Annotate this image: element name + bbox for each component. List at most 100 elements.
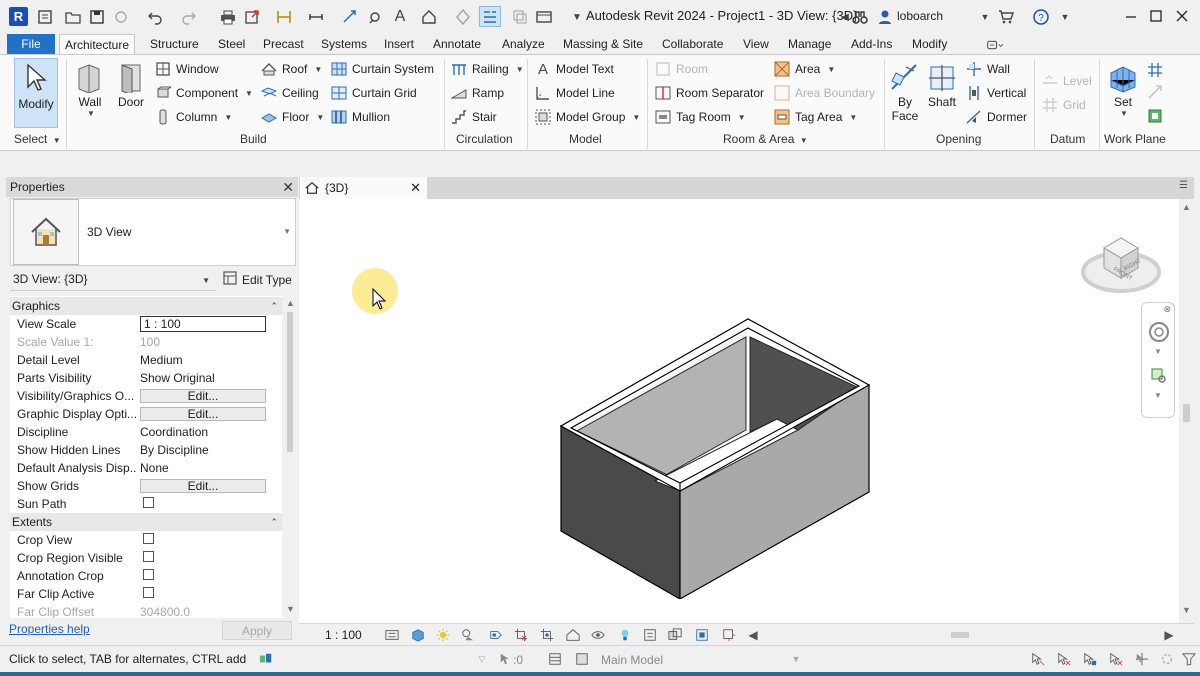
customize-qat-icon[interactable]: ▼ xyxy=(568,8,586,26)
help-icon[interactable]: ? xyxy=(1032,8,1050,26)
area-tool[interactable]: Area ▼ xyxy=(774,59,835,79)
tab-systems[interactable]: Systems xyxy=(316,34,372,54)
prop-parts-visibility[interactable]: Parts Visibility Show Original xyxy=(10,369,282,387)
default-3d-view-icon[interactable] xyxy=(420,8,438,26)
far-clip-active-checkbox[interactable] xyxy=(143,587,154,598)
aligned-dimension-icon[interactable] xyxy=(307,8,325,26)
background-processes-icon[interactable] xyxy=(1159,651,1175,667)
thin-lines-icon[interactable] xyxy=(479,6,501,27)
vertical-opening-tool[interactable]: Vertical xyxy=(966,83,1026,103)
tab-analyze[interactable]: Analyze xyxy=(497,34,550,54)
collapse-icon[interactable]: ⌃ xyxy=(270,517,278,528)
text-icon[interactable]: A xyxy=(391,8,409,26)
scroll-thumb[interactable] xyxy=(1183,404,1190,422)
selection-count-icon[interactable] xyxy=(498,651,514,667)
scroll-up-icon[interactable]: ▲ xyxy=(1182,202,1191,212)
view-scale-button[interactable]: 1 : 100 xyxy=(325,628,362,642)
graphic-display-edit-button[interactable]: Edit... xyxy=(140,407,266,421)
tab-precast[interactable]: Precast xyxy=(258,34,309,54)
tab-steel[interactable]: Steel xyxy=(213,34,250,54)
tab-annotate[interactable]: Annotate xyxy=(428,34,486,54)
instance-filter-select[interactable]: 3D View: {3D} ▼ xyxy=(10,268,216,291)
visual-style-icon[interactable] xyxy=(410,627,426,643)
sun-settings-icon[interactable] xyxy=(435,627,451,643)
curtain-grid-tool[interactable]: Curtain Grid xyxy=(331,83,417,103)
open-folder-icon[interactable] xyxy=(64,8,82,26)
model-text-tool[interactable]: A Model Text xyxy=(535,59,614,79)
room-separator-tool[interactable]: Room Separator xyxy=(655,83,764,103)
by-face-tool[interactable]: By Face xyxy=(890,61,920,123)
sync-icon[interactable] xyxy=(112,8,130,26)
group-header-graphics[interactable]: Graphics ⌃ xyxy=(10,297,282,315)
undo-icon[interactable] xyxy=(146,8,164,26)
set-work-plane-tool[interactable]: Set ▼ xyxy=(1106,61,1140,118)
section-icon[interactable] xyxy=(454,8,472,26)
tab-collaborate[interactable]: Collaborate xyxy=(657,34,728,54)
ref-plane-icon[interactable] xyxy=(1146,83,1164,101)
wall-tool[interactable]: Wall ▼ xyxy=(73,61,107,118)
user-name[interactable]: loboarch xyxy=(897,9,943,23)
ribbon-minimize-icon[interactable] xyxy=(982,36,1008,54)
apply-button[interactable]: Apply xyxy=(222,621,292,640)
scroll-down-icon[interactable]: ▼ xyxy=(1182,605,1191,615)
scroll-thumb[interactable] xyxy=(287,312,293,452)
model-group-tool[interactable]: Model Group ▼ xyxy=(535,107,640,127)
component-tool[interactable]: Component ▼ xyxy=(155,83,253,103)
room-area-panel-label[interactable]: Room & Area ▼ xyxy=(723,132,808,146)
group-header-extents[interactable]: Extents ⌃ xyxy=(10,513,282,531)
active-model-select[interactable]: Main Model xyxy=(601,653,663,667)
grid-tool[interactable]: Grid xyxy=(1042,95,1086,115)
prop-detail-level[interactable]: Detail Level Medium xyxy=(10,351,282,369)
3d-view-canvas[interactable]: FRONT RIGHT ⊗ ▼ ▼ xyxy=(299,199,1179,623)
wall-dropdown-icon[interactable]: ▼ xyxy=(87,109,95,118)
properties-close-icon[interactable]: ✕ xyxy=(282,179,294,196)
scroll-up-icon[interactable]: ▲ xyxy=(286,298,295,308)
crop-region-visible-checkbox[interactable] xyxy=(143,551,154,562)
editable-only-icon[interactable] xyxy=(574,651,590,667)
drag-elements-icon[interactable] xyxy=(1134,651,1150,667)
save-icon[interactable] xyxy=(88,8,106,26)
help-menu-chevron-icon[interactable]: ▼ xyxy=(1056,8,1074,26)
file-tab[interactable]: File xyxy=(7,34,55,54)
shadows-icon[interactable] xyxy=(460,627,476,643)
viewcube[interactable]: FRONT RIGHT xyxy=(1080,228,1162,296)
door-tool[interactable]: Door xyxy=(114,61,148,109)
rendering-dialog-icon[interactable] xyxy=(488,627,504,643)
close-hidden-windows-icon[interactable] xyxy=(511,8,529,26)
home-page-icon[interactable] xyxy=(36,8,54,26)
select-pinned-icon[interactable] xyxy=(1082,651,1098,667)
collapse-icon[interactable]: ⌃ xyxy=(270,301,278,312)
prop-show-hidden-lines[interactable]: Show Hidden Lines By Discipline xyxy=(10,441,282,459)
tab-manage[interactable]: Manage xyxy=(783,34,836,54)
tag-icon[interactable] xyxy=(366,8,384,26)
scroll-right-icon[interactable]: ▶ xyxy=(1161,627,1177,643)
scroll-down-icon[interactable]: ▼ xyxy=(286,604,295,614)
shaft-tool[interactable]: Shaft xyxy=(926,61,958,109)
user-menu-chevron-icon[interactable]: ▼ xyxy=(976,8,994,26)
canvas-vertical-scrollbar[interactable]: ▲ ▼ xyxy=(1179,199,1194,623)
dormer-tool[interactable]: Dormer xyxy=(966,107,1027,127)
tab-massing-site[interactable]: Massing & Site xyxy=(558,34,648,54)
mullion-tool[interactable]: Mullion xyxy=(331,107,390,127)
viewer-icon[interactable] xyxy=(1146,107,1164,125)
type-selector[interactable]: 3D View ▼ xyxy=(10,198,296,266)
model-line-tool[interactable]: Model Line xyxy=(535,83,615,103)
annotation-crop-checkbox[interactable] xyxy=(143,569,154,580)
export-icon[interactable] xyxy=(243,8,261,26)
show-work-plane-icon[interactable] xyxy=(1146,61,1164,79)
temporary-view-properties-icon[interactable] xyxy=(642,627,658,643)
tab-menu-icon[interactable]: ☰ xyxy=(1179,180,1188,191)
temporary-hide-icon[interactable] xyxy=(590,627,606,643)
tab-architecture[interactable]: Architecture xyxy=(59,34,136,54)
redo-icon[interactable] xyxy=(180,8,198,26)
floor-tool[interactable]: Floor ▼ xyxy=(261,107,324,127)
user-icon[interactable] xyxy=(876,8,894,26)
status-cubes-icon[interactable] xyxy=(258,651,274,667)
select-underlay-icon[interactable] xyxy=(1056,651,1072,667)
tab-insert[interactable]: Insert xyxy=(379,34,419,54)
stair-tool[interactable]: Stair xyxy=(451,107,497,127)
steering-wheel-icon[interactable] xyxy=(1148,321,1170,346)
chevron-down-icon[interactable]: ▼ xyxy=(1154,347,1162,356)
room-tool[interactable]: Room xyxy=(655,59,708,79)
window-tool[interactable]: Window xyxy=(155,59,219,79)
